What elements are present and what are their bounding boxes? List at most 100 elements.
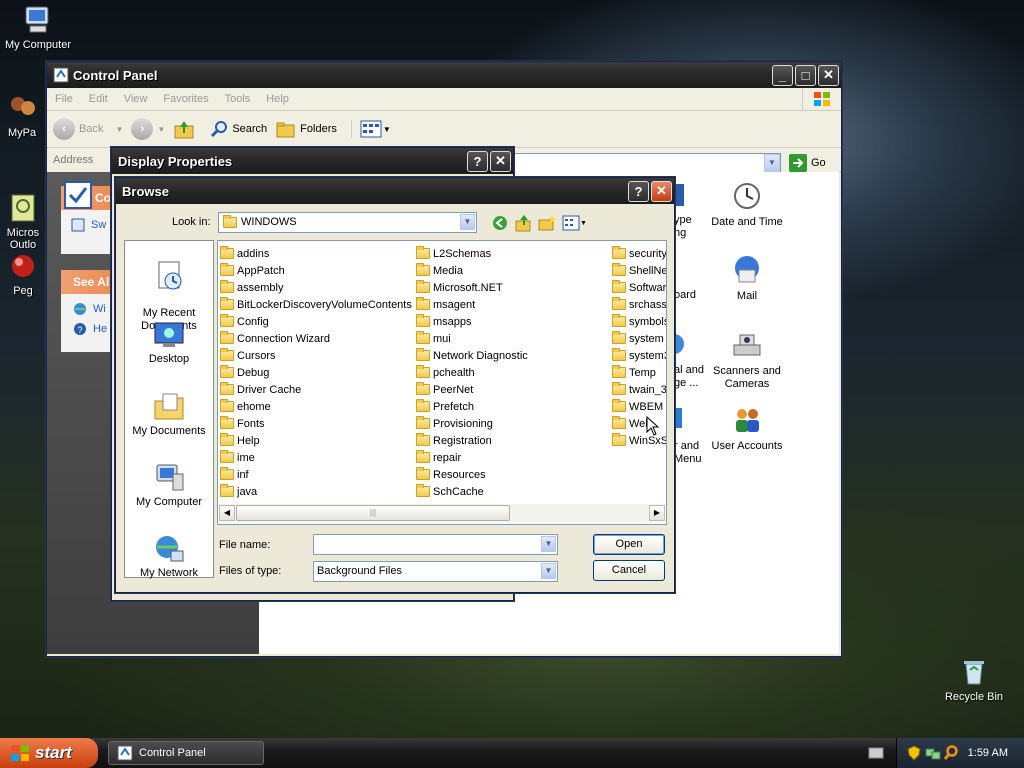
folder-item[interactable]: system3 bbox=[612, 347, 666, 364]
folder-item[interactable]: Network Diagnostic bbox=[416, 347, 528, 364]
close-button[interactable]: ✕ bbox=[818, 64, 839, 86]
search-icon[interactable] bbox=[943, 745, 959, 761]
desktop-icon-my-computer[interactable]: My Computer bbox=[0, 4, 76, 51]
menu-edit[interactable]: Edit bbox=[81, 93, 116, 105]
folder-item[interactable]: assembly bbox=[220, 279, 412, 296]
switch-view-link[interactable]: Sw bbox=[71, 218, 106, 232]
folder-item[interactable]: Cursors bbox=[220, 347, 412, 364]
browse-title-bar[interactable]: Browse ? ✕ bbox=[116, 178, 674, 204]
folder-item[interactable]: Temp bbox=[612, 364, 666, 381]
place-my-network[interactable]: My Network bbox=[125, 533, 213, 579]
new-folder-button[interactable] bbox=[538, 214, 556, 235]
up-button[interactable] bbox=[173, 118, 195, 140]
cp-item-label-fonts[interactable]: ype ng bbox=[674, 214, 692, 240]
folder-item[interactable]: msapps bbox=[416, 313, 528, 330]
folder-item[interactable]: Driver Cache bbox=[220, 381, 412, 398]
windows-update-link[interactable]: Wi bbox=[73, 302, 106, 316]
chevron-down-icon[interactable]: ▼ bbox=[541, 536, 556, 552]
display-properties-title-bar[interactable]: Display Properties ? ✕ bbox=[112, 148, 513, 174]
folder-item[interactable]: pchealth bbox=[416, 364, 528, 381]
desktop-icon-peg[interactable]: Peg bbox=[0, 250, 46, 297]
folder-item[interactable]: msagent bbox=[416, 296, 528, 313]
folder-item[interactable]: ime bbox=[220, 449, 412, 466]
files-of-type-dropdown[interactable]: Background Files ▼ bbox=[313, 561, 558, 582]
folder-item[interactable]: Connection Wizard bbox=[220, 330, 412, 347]
file-name-input[interactable]: ▼ bbox=[313, 534, 558, 555]
back-nav-button[interactable] bbox=[492, 215, 508, 234]
folders-button[interactable]: Folders bbox=[275, 119, 337, 139]
folder-item[interactable]: Config bbox=[220, 313, 412, 330]
desktop-icon-mypa[interactable]: MyPa bbox=[0, 92, 44, 139]
address-dropdown-button[interactable]: ▼ bbox=[764, 154, 780, 172]
folder-item[interactable]: system bbox=[612, 330, 666, 347]
back-button[interactable]: ‹ Back ▼ bbox=[53, 118, 123, 140]
cp-item-label-taskbar[interactable]: r and Menu bbox=[674, 440, 702, 466]
folder-item[interactable]: twain_3 bbox=[612, 381, 666, 398]
scroll-right-arrow[interactable]: ▶ bbox=[649, 505, 665, 521]
cancel-button[interactable]: Cancel bbox=[593, 560, 665, 581]
folder-item[interactable]: AppPatch bbox=[220, 262, 412, 279]
chevron-down-icon[interactable]: ▼ bbox=[541, 563, 556, 579]
folder-item[interactable]: Provisioning bbox=[416, 415, 528, 432]
up-folder-button[interactable] bbox=[515, 214, 533, 235]
folder-item[interactable]: addins bbox=[220, 245, 412, 262]
menu-help[interactable]: Help bbox=[258, 93, 297, 105]
folder-item[interactable]: mui bbox=[416, 330, 528, 347]
maximize-button[interactable]: □ bbox=[795, 64, 816, 86]
folder-item[interactable]: ShellNe bbox=[612, 262, 666, 279]
cp-item-label-keyboard[interactable]: oard bbox=[674, 289, 696, 301]
folder-item[interactable]: Microsoft.NET bbox=[416, 279, 528, 296]
network-tray-icon[interactable] bbox=[925, 745, 941, 761]
folder-item[interactable]: PeerNet bbox=[416, 381, 528, 398]
minimize-button[interactable]: _ bbox=[772, 64, 793, 86]
desktop-icon-outlook[interactable]: Micros Outlo bbox=[0, 168, 46, 251]
start-button[interactable]: start bbox=[0, 738, 98, 768]
folder-item[interactable]: Resources bbox=[416, 466, 528, 483]
folder-item[interactable]: Prefetch bbox=[416, 398, 528, 415]
folder-item[interactable]: SchCache bbox=[416, 483, 528, 500]
folder-item[interactable]: srchass bbox=[612, 296, 666, 313]
place-my-computer[interactable]: My Computer bbox=[125, 462, 213, 508]
address-input[interactable] bbox=[499, 153, 781, 173]
scroll-thumb[interactable]: ||| bbox=[236, 505, 510, 521]
help-link[interactable]: ? He bbox=[73, 322, 107, 336]
place-desktop[interactable]: Desktop bbox=[125, 319, 213, 365]
folder-item[interactable]: BitLockerDiscoveryVolumeContents bbox=[220, 296, 412, 313]
folder-item[interactable]: ehome bbox=[220, 398, 412, 415]
control-panel-title-bar[interactable]: Control Panel _ □ ✕ bbox=[47, 62, 841, 88]
cp-item-user-accounts[interactable]: User Accounts bbox=[706, 404, 788, 452]
search-button[interactable]: Search bbox=[209, 119, 267, 139]
place-my-documents[interactable]: My Documents bbox=[125, 391, 213, 437]
folder-item[interactable]: security bbox=[612, 245, 666, 262]
go-button[interactable]: Go bbox=[789, 154, 826, 172]
open-button[interactable]: Open bbox=[593, 534, 665, 555]
close-button[interactable]: ✕ bbox=[651, 180, 672, 202]
cp-item-mail[interactable]: Mail bbox=[706, 254, 788, 302]
cp-item-scanners-cameras[interactable]: Scanners and Cameras bbox=[700, 329, 794, 391]
taskbar-button-control-panel[interactable]: Control Panel bbox=[108, 741, 264, 765]
folder-item[interactable]: Help bbox=[220, 432, 412, 449]
horizontal-scrollbar[interactable]: ◀ ||| ▶ bbox=[219, 504, 665, 522]
look-in-dropdown[interactable]: WINDOWS ▼ bbox=[218, 212, 477, 233]
security-shield-icon[interactable] bbox=[907, 745, 921, 761]
close-button[interactable]: ✕ bbox=[490, 150, 511, 172]
chevron-down-icon[interactable]: ▼ bbox=[460, 214, 475, 230]
folder-item[interactable]: Debug bbox=[220, 364, 412, 381]
cp-item-date-time[interactable]: Date and Time bbox=[706, 180, 788, 228]
folder-item[interactable]: Fonts bbox=[220, 415, 412, 432]
help-button[interactable]: ? bbox=[467, 150, 488, 172]
help-button[interactable]: ? bbox=[628, 180, 649, 202]
folder-item[interactable]: symbols bbox=[612, 313, 666, 330]
menu-tools[interactable]: Tools bbox=[217, 93, 259, 105]
folder-item[interactable]: Softwar bbox=[612, 279, 666, 296]
views-button[interactable]: ▼ bbox=[350, 120, 391, 138]
keyboard-icon[interactable] bbox=[868, 746, 884, 763]
folder-item[interactable]: inf bbox=[220, 466, 412, 483]
view-menu-button[interactable]: ▼ bbox=[562, 215, 587, 231]
folder-item[interactable]: Media bbox=[416, 262, 528, 279]
menu-favorites[interactable]: Favorites bbox=[155, 93, 216, 105]
folder-item[interactable]: L2Schemas bbox=[416, 245, 528, 262]
desktop-icon-recycle-bin[interactable]: Recycle Bin bbox=[936, 656, 1012, 703]
menu-file[interactable]: File bbox=[47, 93, 81, 105]
folder-item[interactable]: repair bbox=[416, 449, 528, 466]
